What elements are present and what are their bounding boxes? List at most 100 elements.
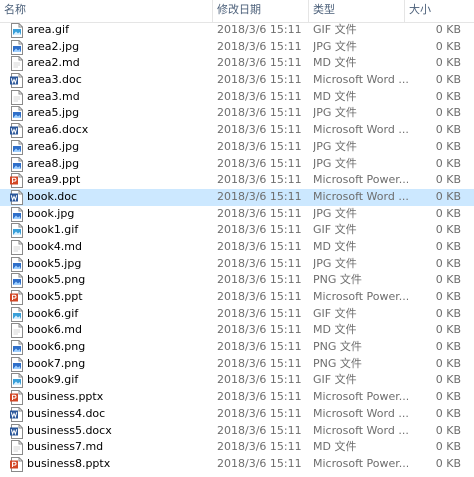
column-header-size[interactable]: 大小: [404, 0, 474, 22]
file-row[interactable]: area9.ppt 2018/3/6 15:11 Microsoft Power..…: [0, 172, 474, 189]
word-file-icon: [10, 123, 24, 139]
file-row[interactable]: area6.docx 2018/3/6 15:11 Microsoft Word .…: [0, 122, 474, 139]
file-row[interactable]: book.doc 2018/3/6 15:11 Microsoft Word ...…: [0, 188, 474, 206]
file-name: book4.md: [27, 239, 83, 253]
file-modified-date: 2018/3/6 15:11: [217, 89, 302, 103]
file-type: GIF 文件: [313, 373, 357, 387]
file-row[interactable]: book6.png 2018/3/6 15:11 PNG 文件 0 KB: [0, 339, 474, 356]
file-row[interactable]: book5.png 2018/3/6 15:11 PNG 文件 0 KB: [0, 272, 474, 289]
file-type: Microsoft Power...: [313, 390, 408, 404]
image-file-icon: [10, 156, 24, 172]
powerpoint-file-icon: [10, 456, 24, 472]
file-size: 0 KB: [435, 406, 461, 420]
column-header-date[interactable]: 修改日期: [212, 0, 308, 22]
file-name: area3.doc: [27, 73, 82, 87]
file-type: JPG 文件: [313, 106, 357, 120]
file-name: area3.md: [27, 89, 80, 103]
word-file-icon: [10, 406, 24, 422]
file-type: MD 文件: [313, 56, 357, 70]
file-row[interactable]: book5.ppt 2018/3/6 15:11 Microsoft Power..…: [0, 289, 474, 306]
image-file-icon: [10, 340, 24, 356]
file-modified-date: 2018/3/6 15:11: [217, 173, 302, 187]
file-modified-date: 2018/3/6 15:11: [217, 106, 302, 120]
file-name: business7.md: [27, 440, 104, 454]
file-type: JPG 文件: [313, 156, 357, 170]
file-type: Microsoft Word ...: [313, 123, 408, 137]
file-size: 0 KB: [435, 206, 461, 220]
gif-file-icon: [10, 23, 24, 38]
file-type: MD 文件: [313, 323, 357, 337]
text-file-icon: [10, 56, 24, 72]
file-size: 0 KB: [435, 223, 461, 237]
powerpoint-file-icon: [10, 390, 24, 406]
file-row[interactable]: book4.md 2018/3/6 15:11 MD 文件 0 KB: [0, 239, 474, 256]
file-row[interactable]: book1.gif 2018/3/6 15:11 GIF 文件 0 KB: [0, 222, 474, 239]
file-row[interactable]: area2.jpg 2018/3/6 15:11 JPG 文件 0 KB: [0, 39, 474, 56]
file-modified-date: 2018/3/6 15:11: [217, 390, 302, 404]
file-size: 0 KB: [435, 106, 461, 120]
file-modified-date: 2018/3/6 15:11: [217, 323, 302, 337]
file-size: 0 KB: [435, 390, 461, 404]
file-name: area6.docx: [27, 123, 89, 137]
file-row[interactable]: area.gif 2018/3/6 15:11 GIF 文件 0 KB: [0, 22, 474, 39]
file-row[interactable]: business7.md 2018/3/6 15:11 MD 文件 0 KB: [0, 439, 474, 456]
column-header-type[interactable]: 类型: [308, 0, 404, 22]
text-file-icon: [10, 239, 24, 255]
file-size: 0 KB: [435, 56, 461, 70]
file-row[interactable]: area8.jpg 2018/3/6 15:11 JPG 文件 0 KB: [0, 156, 474, 173]
file-size: 0 KB: [435, 256, 461, 270]
file-size: 0 KB: [435, 39, 461, 53]
file-row[interactable]: book5.jpg 2018/3/6 15:11 JPG 文件 0 KB: [0, 256, 474, 273]
file-name: book1.gif: [27, 223, 79, 237]
file-name: book6.png: [27, 340, 86, 354]
file-modified-date: 2018/3/6 15:11: [217, 273, 302, 287]
file-type: GIF 文件: [313, 306, 357, 320]
file-type: Microsoft Power...: [313, 456, 408, 470]
file-modified-date: 2018/3/6 15:11: [217, 456, 302, 470]
file-row[interactable]: business5.docx 2018/3/6 15:11 Microsoft Wo…: [0, 423, 474, 440]
file-row[interactable]: book6.md 2018/3/6 15:11 MD 文件 0 KB: [0, 322, 474, 339]
file-size: 0 KB: [435, 156, 461, 170]
file-modified-date: 2018/3/6 15:11: [217, 239, 302, 253]
word-file-icon: [10, 189, 24, 205]
file-row[interactable]: business4.doc 2018/3/6 15:11 Microsoft Wor…: [0, 406, 474, 423]
file-name: area8.jpg: [27, 156, 80, 170]
file-size: 0 KB: [435, 139, 461, 153]
file-row[interactable]: area6.jpg 2018/3/6 15:11 JPG 文件 0 KB: [0, 139, 474, 156]
file-modified-date: 2018/3/6 15:11: [217, 223, 302, 237]
file-name: area.gif: [27, 23, 69, 36]
file-size: 0 KB: [435, 456, 461, 470]
file-size: 0 KB: [435, 323, 461, 337]
column-header-name[interactable]: 名称: [0, 0, 212, 22]
file-modified-date: 2018/3/6 15:11: [217, 406, 302, 420]
file-name: book7.png: [27, 356, 86, 370]
file-row[interactable]: book6.gif 2018/3/6 15:11 GIF 文件 0 KB: [0, 306, 474, 323]
file-type: MD 文件: [313, 239, 357, 253]
file-size: 0 KB: [435, 173, 461, 187]
gif-file-icon: [10, 373, 24, 389]
gif-file-icon: [10, 306, 24, 322]
file-row[interactable]: book9.gif 2018/3/6 15:11 GIF 文件 0 KB: [0, 372, 474, 389]
file-type: PNG 文件: [313, 356, 362, 370]
file-modified-date: 2018/3/6 15:11: [217, 373, 302, 387]
file-row[interactable]: area3.md 2018/3/6 15:11 MD 文件 0 KB: [0, 89, 474, 106]
file-name: business5.docx: [27, 423, 112, 437]
image-file-icon: [10, 206, 24, 222]
file-name: book.jpg: [27, 206, 75, 220]
file-name: business.pptx: [27, 390, 104, 404]
file-row[interactable]: book7.png 2018/3/6 15:11 PNG 文件 0 KB: [0, 356, 474, 373]
file-modified-date: 2018/3/6 15:11: [217, 356, 302, 370]
file-size: 0 KB: [435, 423, 461, 437]
file-row[interactable]: area2.md 2018/3/6 15:11 MD 文件 0 KB: [0, 55, 474, 72]
file-type: GIF 文件: [313, 223, 357, 237]
file-row[interactable]: area3.doc 2018/3/6 15:11 Microsoft Word ..…: [0, 72, 474, 89]
file-row[interactable]: business.pptx 2018/3/6 15:11 Microsoft Pow…: [0, 389, 474, 406]
file-row[interactable]: area5.jpg 2018/3/6 15:11 JPG 文件 0 KB: [0, 105, 474, 122]
file-row[interactable]: book.jpg 2018/3/6 15:11 JPG 文件 0 KB: [0, 206, 474, 223]
file-size: 0 KB: [435, 373, 461, 387]
file-type: MD 文件: [313, 89, 357, 103]
file-name: book6.gif: [27, 306, 79, 320]
file-modified-date: 2018/3/6 15:11: [217, 290, 302, 303]
file-modified-date: 2018/3/6 15:11: [217, 206, 302, 220]
file-row[interactable]: business8.pptx 2018/3/6 15:11 Microsoft Po…: [0, 456, 474, 473]
